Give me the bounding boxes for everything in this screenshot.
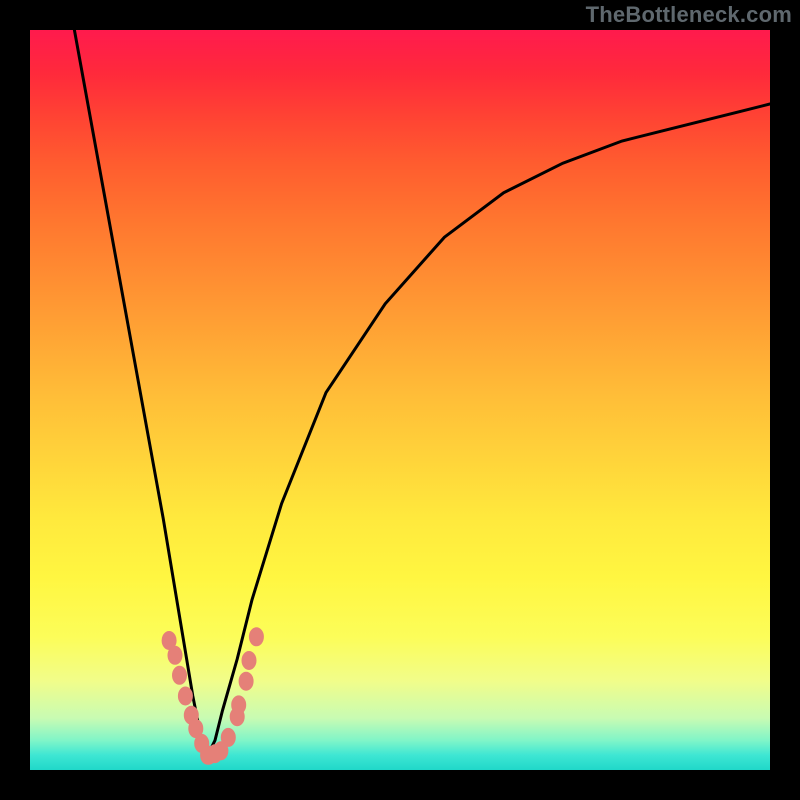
chart-root: TheBottleneck.com	[0, 0, 800, 800]
watermark-text: TheBottleneck.com	[586, 2, 792, 28]
gradient-background	[30, 30, 770, 770]
